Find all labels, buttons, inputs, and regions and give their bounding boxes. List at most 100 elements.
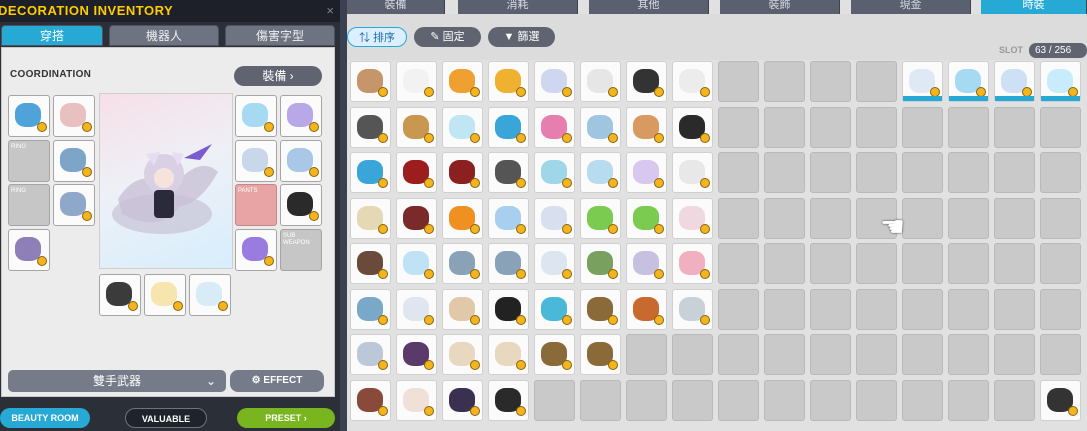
- inventory-slot[interactable]: [718, 379, 759, 421]
- inventory-slot[interactable]: [534, 197, 575, 239]
- inventory-slot[interactable]: [672, 288, 713, 330]
- inventory-slot[interactable]: [718, 243, 759, 284]
- inventory-slot[interactable]: [672, 334, 713, 375]
- tab-fashion[interactable]: 時裝: [981, 0, 1087, 14]
- inventory-slot[interactable]: [764, 288, 805, 330]
- inventory-slot[interactable]: [718, 61, 759, 102]
- inventory-slot[interactable]: [580, 152, 621, 193]
- inventory-slot[interactable]: [948, 288, 989, 330]
- inventory-slot[interactable]: [396, 334, 437, 375]
- inventory-slot[interactable]: [350, 243, 391, 284]
- equip-slot[interactable]: [280, 95, 322, 137]
- tab-outfit[interactable]: 穿搭: [1, 25, 103, 46]
- inventory-slot[interactable]: [442, 61, 483, 102]
- inventory-slot[interactable]: [994, 197, 1035, 239]
- inventory-slot[interactable]: [580, 334, 621, 375]
- inventory-slot[interactable]: [1040, 197, 1081, 239]
- inventory-slot[interactable]: [718, 152, 759, 193]
- inventory-slot[interactable]: [856, 61, 897, 102]
- inventory-slot[interactable]: [994, 288, 1035, 330]
- inventory-slot[interactable]: [488, 197, 529, 239]
- inventory-slot[interactable]: [856, 106, 897, 148]
- inventory-slot[interactable]: [902, 243, 943, 284]
- inventory-slot[interactable]: [442, 288, 483, 330]
- inventory-slot[interactable]: [1040, 243, 1081, 284]
- inventory-slot[interactable]: [902, 197, 943, 239]
- inventory-slot[interactable]: [1040, 379, 1081, 421]
- inventory-slot[interactable]: [580, 106, 621, 148]
- inventory-slot[interactable]: [718, 106, 759, 148]
- inventory-slot[interactable]: [994, 61, 1035, 102]
- inventory-slot[interactable]: [948, 379, 989, 421]
- inventory-slot[interactable]: [580, 379, 621, 421]
- tab-setup[interactable]: 裝飾: [720, 0, 840, 14]
- tab-etc[interactable]: 其他: [589, 0, 709, 14]
- inventory-slot[interactable]: [810, 106, 851, 148]
- preset-button[interactable]: PRESET ›: [237, 408, 335, 428]
- inventory-slot[interactable]: [672, 106, 713, 148]
- equip-slot[interactable]: [189, 274, 231, 316]
- inventory-slot[interactable]: [396, 152, 437, 193]
- filter-button[interactable]: ▼ 篩選: [488, 27, 555, 47]
- inventory-slot[interactable]: [350, 106, 391, 148]
- inventory-slot[interactable]: [672, 243, 713, 284]
- equip-slot[interactable]: SUB WEAPON: [280, 229, 322, 271]
- inventory-slot[interactable]: [902, 152, 943, 193]
- inventory-slot[interactable]: [764, 334, 805, 375]
- inventory-slot[interactable]: [488, 379, 529, 421]
- equip-slot[interactable]: [53, 184, 95, 226]
- inventory-slot[interactable]: [396, 106, 437, 148]
- sort-button[interactable]: ⇅ 排序: [347, 27, 407, 47]
- inventory-slot[interactable]: [994, 379, 1035, 421]
- inventory-slot[interactable]: [948, 152, 989, 193]
- inventory-slot[interactable]: [994, 152, 1035, 193]
- inventory-slot[interactable]: [994, 106, 1035, 148]
- inventory-slot[interactable]: [902, 379, 943, 421]
- equip-slot[interactable]: RING: [8, 184, 50, 226]
- inventory-slot[interactable]: [902, 334, 943, 375]
- inventory-slot[interactable]: [810, 379, 851, 421]
- equip-slot[interactable]: [53, 140, 95, 182]
- inventory-slot[interactable]: [534, 243, 575, 284]
- inventory-slot[interactable]: [488, 243, 529, 284]
- equip-slot[interactable]: PANTS: [235, 184, 277, 226]
- inventory-slot[interactable]: [580, 197, 621, 239]
- inventory-slot[interactable]: [350, 152, 391, 193]
- equip-button[interactable]: 裝備 ›: [234, 66, 322, 86]
- inventory-slot[interactable]: [442, 334, 483, 375]
- inventory-slot[interactable]: [764, 61, 805, 102]
- inventory-slot[interactable]: [350, 288, 391, 330]
- inventory-slot[interactable]: [856, 243, 897, 284]
- inventory-slot[interactable]: [442, 106, 483, 148]
- inventory-slot[interactable]: [442, 243, 483, 284]
- inventory-slot[interactable]: [396, 61, 437, 102]
- inventory-slot[interactable]: [718, 197, 759, 239]
- inventory-slot[interactable]: [856, 152, 897, 193]
- equip-slot[interactable]: [8, 229, 50, 271]
- inventory-slot[interactable]: [534, 106, 575, 148]
- inventory-slot[interactable]: [948, 197, 989, 239]
- inventory-slot[interactable]: [902, 61, 943, 102]
- inventory-slot[interactable]: [1040, 152, 1081, 193]
- inventory-slot[interactable]: [534, 334, 575, 375]
- inventory-slot[interactable]: [442, 197, 483, 239]
- inventory-slot[interactable]: [902, 288, 943, 330]
- inventory-slot[interactable]: [1040, 106, 1081, 148]
- inventory-slot[interactable]: [350, 334, 391, 375]
- inventory-slot[interactable]: [350, 197, 391, 239]
- inventory-slot[interactable]: [626, 334, 667, 375]
- equip-slot[interactable]: RING: [8, 140, 50, 182]
- inventory-slot[interactable]: [626, 152, 667, 193]
- inventory-slot[interactable]: [396, 288, 437, 330]
- effect-button[interactable]: ⚙ EFFECT: [230, 370, 324, 392]
- inventory-slot[interactable]: [948, 243, 989, 284]
- close-icon[interactable]: ×: [326, 3, 334, 18]
- inventory-slot[interactable]: [672, 197, 713, 239]
- inventory-slot[interactable]: [902, 106, 943, 148]
- inventory-slot[interactable]: [442, 152, 483, 193]
- equip-slot[interactable]: [280, 140, 322, 182]
- inventory-slot[interactable]: [994, 243, 1035, 284]
- inventory-slot[interactable]: [580, 61, 621, 102]
- tab-android[interactable]: 機器人: [109, 25, 219, 46]
- inventory-slot[interactable]: [764, 379, 805, 421]
